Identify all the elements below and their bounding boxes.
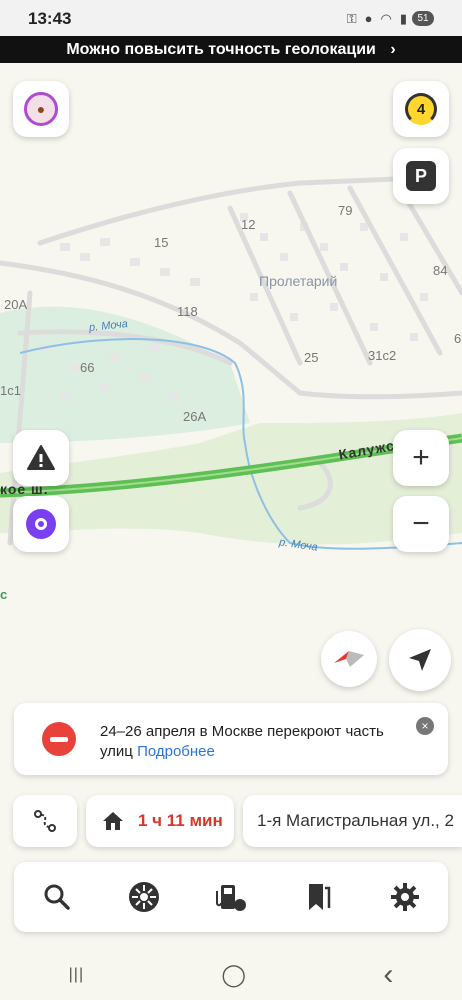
travel-time: 1 ч 11 мин (138, 811, 223, 830)
parking-label: P (414, 165, 427, 186)
map-label: 84 (433, 263, 448, 278)
zoom-in-button[interactable]: + (393, 430, 449, 486)
back-button[interactable]: ‹ (383, 958, 393, 992)
battery-icon: 51 (412, 11, 434, 26)
map-label: 1с1 (0, 383, 21, 398)
status-time: 13:43 (28, 9, 72, 28)
minus-icon: − (412, 507, 430, 540)
status-bar: 13:43 ⚿ ● ◠ ▮ 51 (0, 0, 462, 36)
gas-station-button[interactable] (209, 875, 253, 919)
discovery-icon (129, 882, 160, 912)
map-label: 20А (4, 297, 28, 312)
chevron-right-icon: › (390, 41, 396, 58)
geolocation-banner[interactable]: Можно повысить точность геолокации › (0, 36, 462, 63)
signal-icon: ▮ (399, 11, 407, 26)
report-button[interactable] (13, 430, 69, 486)
map-label: 25 (304, 350, 319, 365)
system-nav-bar: ||| ◯ ‹ (0, 950, 462, 1000)
route-type-button[interactable] (13, 795, 77, 847)
search-icon (44, 884, 71, 910)
location-icon: ● (364, 11, 373, 26)
profile-button[interactable]: ● (13, 81, 69, 137)
warning-icon (27, 445, 55, 470)
wifi-icon: ◠ (380, 11, 392, 26)
discovery-button[interactable] (122, 875, 166, 919)
my-location-button[interactable] (389, 629, 451, 691)
map-label: 6 (454, 331, 462, 346)
search-button[interactable] (35, 875, 79, 919)
compass-icon (334, 651, 364, 667)
notice-text-block: 24–26 апреля в Москве перекроют часть ул… (100, 722, 400, 762)
destination-address: 1-я Магистральная ул., 2 (257, 811, 454, 830)
fuel-icon (215, 885, 246, 911)
key-icon: ⚿ (346, 11, 357, 26)
bookmark-icon (308, 884, 331, 910)
geolocation-banner-text: Можно повысить точность геолокации (66, 41, 376, 58)
map-label: с (0, 587, 8, 602)
route-icon (34, 810, 56, 832)
zoom-out-button[interactable]: − (393, 496, 449, 552)
recent-apps-button[interactable]: ||| (69, 966, 84, 984)
layers-button[interactable]: 4 (393, 81, 449, 137)
map-label: 26А (183, 409, 207, 424)
parking-button[interactable]: P (393, 148, 449, 204)
status-icons: ⚿ ● ◠ ▮ (347, 11, 407, 27)
map-label: 118 (177, 304, 198, 319)
bookmarks-button[interactable] (296, 875, 340, 919)
map-label: 79 (338, 203, 353, 218)
destination-address-button[interactable]: 1-я Магистральная ул., 2 (243, 795, 462, 847)
closure-sign-icon (42, 722, 76, 756)
map-label-locality: Пролетарий (259, 273, 338, 289)
home-button[interactable]: ◯ (221, 962, 246, 988)
gear-icon (390, 883, 419, 911)
notice-more-link[interactable]: Подробнее (137, 743, 215, 760)
map-label: 31с2 (368, 348, 397, 363)
compass-button[interactable] (321, 631, 377, 687)
avatar: ● (24, 92, 58, 126)
map-label: 66 (80, 360, 95, 375)
alice-assistant-button[interactable] (13, 496, 69, 552)
bottom-toolbar (14, 862, 448, 932)
home-route-button[interactable]: 1 ч 11 мин (86, 795, 234, 847)
settings-button[interactable] (383, 875, 427, 919)
alice-icon (26, 509, 56, 539)
close-icon[interactable]: × (416, 717, 434, 735)
home-icon (103, 812, 123, 830)
traffic-score-badge: 4 (405, 93, 437, 125)
plus-icon: + (412, 441, 430, 474)
road-closure-notice[interactable]: 24–26 апреля в Москве перекроют часть ул… (14, 703, 448, 775)
navigation-arrow-icon (409, 649, 431, 671)
map-label: 15 (154, 235, 169, 250)
traffic-score-value: 4 (416, 100, 426, 118)
map-label: 12 (241, 217, 256, 232)
parking-icon: P (406, 161, 436, 191)
